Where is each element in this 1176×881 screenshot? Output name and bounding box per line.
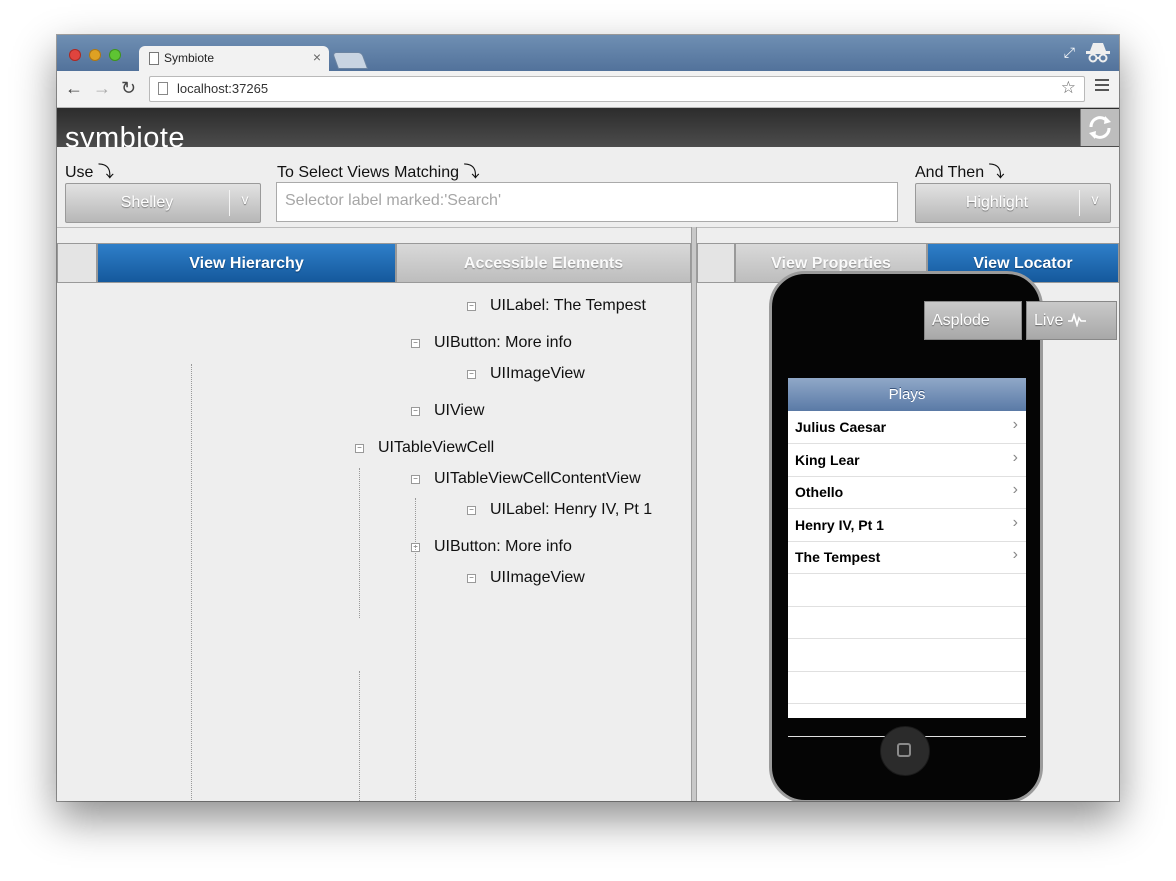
asplode-button[interactable]: Asplode	[924, 301, 1022, 340]
refresh-icon	[1089, 116, 1111, 139]
table-row[interactable]: Othello ›	[788, 476, 1026, 509]
live-button[interactable]: Live	[1026, 301, 1117, 340]
chevron-right-icon: ›	[1012, 481, 1018, 498]
browser-toolbar: ← → ↻ localhost:37265 ☆	[57, 71, 1119, 108]
row-label: Othello	[795, 484, 844, 500]
table-row[interactable]: The Tempest ›	[788, 541, 1026, 574]
tree-guide-line	[359, 468, 360, 618]
chevron-down-icon: v	[241, 191, 249, 207]
menu-icon[interactable]	[1095, 79, 1109, 94]
chevron-right-icon: ›	[1012, 448, 1018, 466]
home-button[interactable]	[880, 726, 930, 776]
table-row[interactable]	[788, 606, 1026, 639]
live-label: Live	[1034, 312, 1064, 329]
minimize-window-button[interactable]	[89, 49, 101, 61]
collapse-toggle-icon[interactable]: −	[467, 302, 476, 311]
view-hierarchy-tree: −UIWindow−UILayoutContainerView−UINaviga…	[57, 284, 690, 801]
collapse-toggle-icon[interactable]: −	[467, 370, 476, 379]
tab-view-hierarchy[interactable]: View Hierarchy	[97, 243, 396, 283]
tab-accessible-elements[interactable]: Accessible Elements	[396, 243, 691, 283]
reload-icon[interactable]: ↻	[121, 78, 136, 99]
collapse-toggle-icon[interactable]: −	[467, 506, 476, 515]
row-label: King Lear	[795, 451, 860, 468]
close-window-button[interactable]	[69, 49, 81, 61]
app-logo: symbiote	[65, 122, 186, 147]
new-tab-button[interactable]	[331, 52, 369, 69]
action-dropdown[interactable]: Highlight v	[915, 183, 1111, 223]
page-icon	[158, 82, 168, 95]
tree-node[interactable]: UIButton: More info	[434, 538, 572, 556]
pulse-icon	[1067, 312, 1086, 328]
action-label: And Then ⤵	[915, 164, 1005, 181]
tab-close-icon[interactable]: ×	[313, 49, 321, 65]
driver-value: Shelley	[120, 194, 174, 211]
use-label: Use ⤵	[65, 164, 114, 181]
tree-node[interactable]: UIView	[434, 402, 484, 420]
chevron-down-icon: v	[1091, 191, 1099, 207]
collapse-toggle-icon[interactable]: −	[411, 475, 420, 484]
table-row[interactable]	[788, 671, 1026, 704]
selector-label: To Select Views Matching ⤵	[277, 164, 480, 181]
fullscreen-icon[interactable]: ⤢	[1064, 44, 1075, 61]
selector-field[interactable]	[276, 182, 898, 222]
back-icon[interactable]: ←	[65, 78, 83, 99]
table-row[interactable]: Henry IV, Pt 1 ›	[788, 509, 1026, 542]
collapse-toggle-icon[interactable]: −	[355, 444, 364, 453]
tree-node[interactable]: UIImageView	[490, 365, 585, 383]
browser-window: Symbiote × ⤢ ← → ↻ localhost:37265 ☆ sym…	[57, 35, 1119, 801]
tree-node[interactable]: UIButton: More info	[434, 334, 572, 352]
tree-node[interactable]: UIImageView	[490, 569, 585, 587]
table-row[interactable]: Julius Caesar ›	[788, 411, 1026, 444]
refresh-button[interactable]	[1080, 109, 1119, 146]
browser-tab[interactable]: Symbiote ×	[139, 46, 329, 71]
tab-title: Symbiote	[164, 51, 215, 65]
page-icon	[149, 52, 159, 65]
table-row[interactable]	[788, 639, 1026, 672]
tree-guide-line	[359, 671, 360, 801]
tree-node[interactable]: UILabel: Henry IV, Pt 1	[490, 501, 652, 519]
chevron-right-icon: ›	[1012, 416, 1018, 433]
title-bar: Symbiote × ⤢	[57, 35, 1119, 71]
tree-node[interactable]: UITableViewCellContentView	[434, 470, 641, 488]
tree-guide-line	[415, 498, 416, 801]
address-bar[interactable]: localhost:37265 ☆	[149, 76, 1085, 102]
tree-guide-line	[191, 364, 192, 801]
chevron-right-icon: ›	[1012, 513, 1018, 531]
tree-node[interactable]: UILabel: The Tempest	[490, 297, 646, 315]
device-screen: Plays Julius Caesar › King Lear › Othello › He…	[788, 378, 1026, 737]
table-row[interactable]: King Lear ›	[788, 444, 1026, 477]
zoom-window-button[interactable]	[109, 49, 121, 61]
row-label: Julius Caesar	[795, 419, 887, 435]
nav-bar-title: Plays	[788, 378, 1026, 411]
row-label: Henry IV, Pt 1	[795, 516, 884, 533]
panel-splitter[interactable]	[691, 227, 697, 801]
incognito-icon	[1086, 43, 1110, 63]
tree-node[interactable]: UITableViewCell	[378, 439, 494, 457]
app-header: symbiote	[57, 108, 1119, 147]
collapse-toggle-icon[interactable]: −	[411, 407, 420, 416]
row-label: The Tempest	[795, 549, 881, 565]
bookmark-star-icon[interactable]: ☆	[1061, 78, 1076, 98]
table-row[interactable]	[788, 574, 1026, 607]
selector-input[interactable]	[277, 183, 893, 219]
forward-icon[interactable]: →	[93, 78, 111, 99]
driver-dropdown[interactable]: Shelley v	[65, 183, 261, 223]
action-value: Highlight	[965, 194, 1029, 211]
url-text: localhost:37265	[177, 81, 269, 96]
chevron-right-icon: ›	[1012, 546, 1018, 563]
collapse-toggle-icon[interactable]: −	[411, 339, 420, 348]
device-preview: Plays Julius Caesar › King Lear › Othello › He…	[769, 271, 1043, 801]
collapse-toggle-icon[interactable]: −	[467, 574, 476, 583]
